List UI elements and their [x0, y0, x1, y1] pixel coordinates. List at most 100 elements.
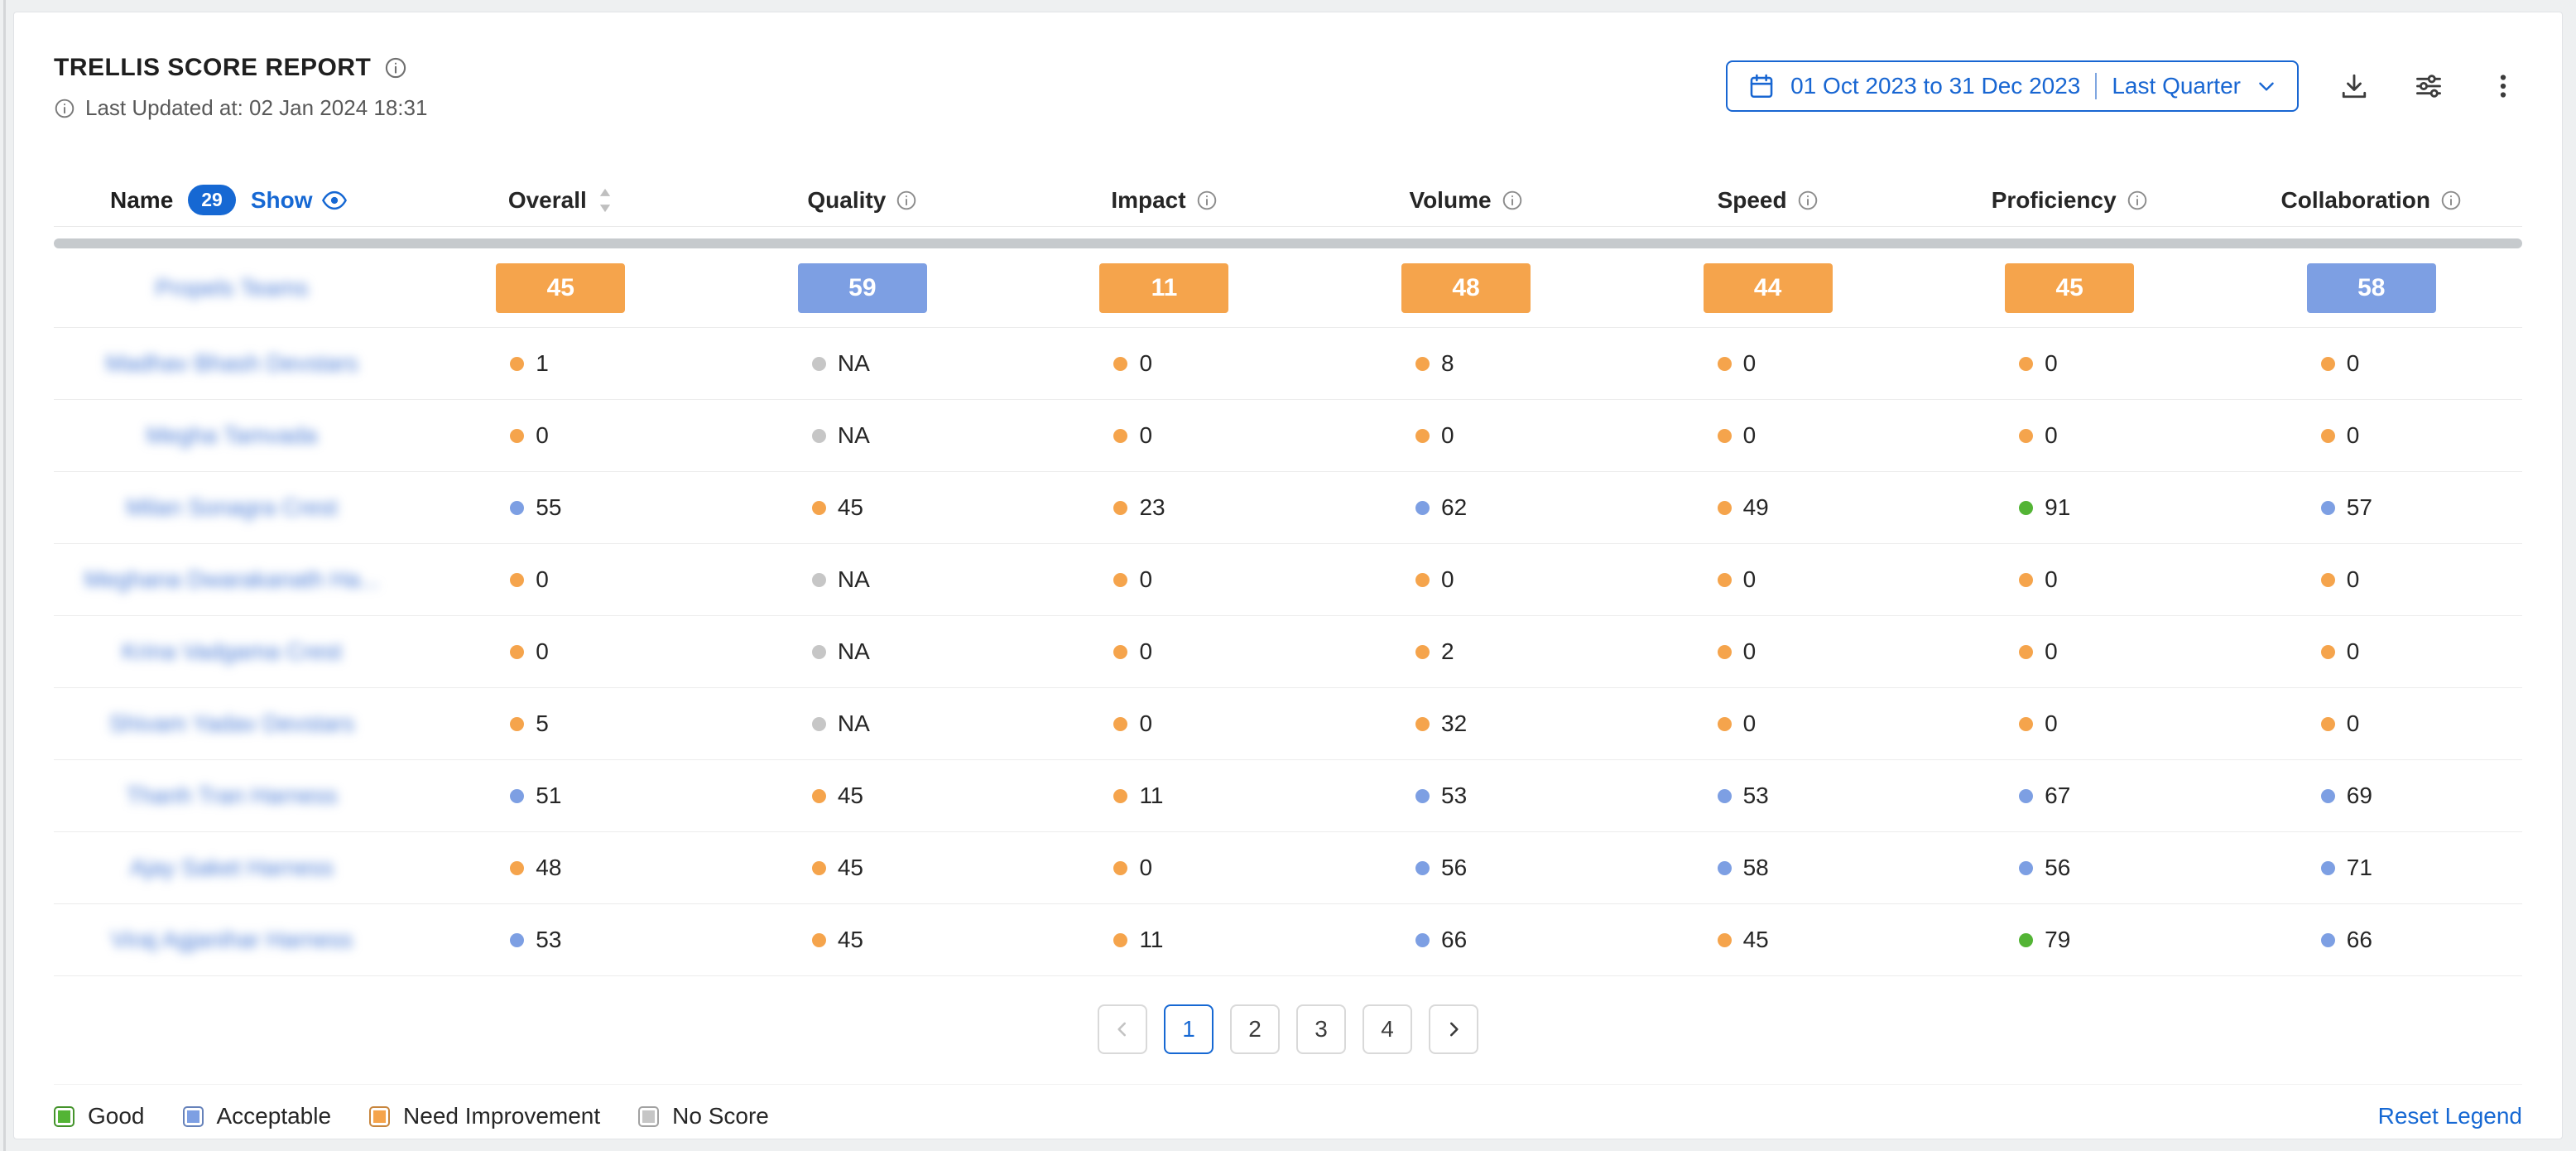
column-header-quality: Quality [712, 187, 1014, 214]
legend-item-no-score[interactable]: No Score [638, 1103, 769, 1129]
download-button[interactable] [2335, 67, 2373, 105]
score-cell: 0 [1919, 710, 2221, 737]
score-value: 51 [536, 783, 561, 809]
score-cell: 51 [410, 783, 712, 809]
sort-icon[interactable] [597, 187, 613, 214]
prev-page-button[interactable] [1098, 1004, 1147, 1054]
score-cell: NA [712, 566, 1014, 593]
legend-label: Good [88, 1103, 145, 1129]
score-value: 53 [536, 927, 561, 953]
score-cell: 71 [2220, 855, 2522, 881]
member-name-cell: Meghana Dwarakanath Ha... [54, 566, 410, 593]
score-cell: 56 [1919, 855, 2221, 881]
score-dot [812, 501, 826, 515]
score-cell: 0 [1617, 638, 1919, 665]
score-value: 45 [1743, 927, 1769, 953]
score-cell: 45 [1617, 927, 1919, 953]
info-icon [2127, 190, 2148, 211]
date-range-picker[interactable]: 01 Oct 2023 to 31 Dec 2023 Last Quarter [1726, 60, 2299, 112]
page-button-4[interactable]: 4 [1362, 1004, 1412, 1054]
show-columns-button[interactable]: Show [251, 187, 348, 214]
score-value: 0 [2347, 350, 2360, 377]
legend-item-need-improvement[interactable]: Need Improvement [369, 1103, 600, 1129]
score-dot [510, 933, 524, 947]
member-name-cell: Viraj Agjanihar Harness [54, 927, 410, 953]
score-value: NA [838, 422, 870, 449]
legend-item-acceptable[interactable]: Acceptable [183, 1103, 332, 1129]
horizontal-scrollbar[interactable] [54, 238, 2522, 248]
score-cell: NA [712, 422, 1014, 449]
score-cell: 62 [1315, 494, 1617, 521]
score-dot [812, 717, 826, 731]
score-cell: NA [712, 638, 1014, 665]
member-name-link[interactable]: Meghana Dwarakanath Ha... [84, 566, 379, 593]
settings-button[interactable] [2410, 67, 2448, 105]
column-header-overall[interactable]: Overall [410, 187, 712, 214]
score-dot [2321, 429, 2335, 443]
score-cell: 69 [2220, 783, 2522, 809]
page-button-1[interactable]: 1 [1164, 1004, 1214, 1054]
score-dot [1718, 789, 1732, 803]
score-cell: NA [712, 710, 1014, 737]
score-value: 0 [1743, 566, 1757, 593]
score-cell: 45 [712, 783, 1014, 809]
table-row: Shivam Yadav Devstars5NA032000 [54, 688, 2522, 760]
score-value: 0 [1139, 710, 1152, 737]
legend-item-good[interactable]: Good [54, 1103, 145, 1129]
member-name-link[interactable]: Shivam Yadav Devstars [109, 710, 354, 737]
score-value: 0 [2045, 350, 2058, 377]
reset-legend-link[interactable]: Reset Legend [2378, 1103, 2522, 1129]
score-value: 79 [2045, 927, 2070, 953]
score-cell: 11 [1013, 927, 1315, 953]
column-label: Volume [1409, 187, 1491, 214]
chevron-down-icon [2256, 75, 2277, 97]
next-page-button[interactable] [1429, 1004, 1478, 1054]
score-value: 0 [2347, 422, 2360, 449]
info-icon [1502, 190, 1523, 211]
report-topbar: TRELLIS SCORE REPORT Last Updated at: 02… [54, 54, 2522, 121]
date-divider [2095, 73, 2097, 99]
score-dot [2019, 717, 2033, 731]
score-cell: 0 [2220, 638, 2522, 665]
score-chip: 44 [1704, 263, 1833, 313]
score-dot [1415, 933, 1430, 947]
score-value: 11 [1139, 927, 1163, 953]
title-info-icon[interactable] [384, 56, 407, 79]
score-cell: NA [712, 350, 1014, 377]
team-score-cell: 58 [2220, 263, 2522, 313]
score-value: 48 [536, 855, 561, 881]
score-cell: 0 [1315, 566, 1617, 593]
page-button-2[interactable]: 2 [1230, 1004, 1280, 1054]
score-dot [1415, 429, 1430, 443]
score-dot [1718, 501, 1732, 515]
member-name-link[interactable]: Milan Sonagra Crest [126, 494, 337, 521]
legend-swatch [54, 1106, 74, 1127]
page-button-3[interactable]: 3 [1296, 1004, 1346, 1054]
member-name-link[interactable]: Madhav Bhash Devstars [105, 350, 358, 377]
team-name-link[interactable]: Propels Teams [156, 275, 309, 301]
score-dot [1415, 789, 1430, 803]
team-name-cell: Propels Teams [54, 275, 410, 301]
score-dot [2321, 789, 2335, 803]
member-name-link[interactable]: Megha Tamvada [147, 422, 318, 449]
sliders-icon [2414, 71, 2444, 101]
member-name-link[interactable]: Viraj Agjanihar Harness [111, 927, 353, 953]
score-dot [812, 429, 826, 443]
score-value: 45 [838, 494, 863, 521]
more-options-button[interactable] [2484, 67, 2522, 105]
score-cell: 55 [410, 494, 712, 521]
score-cell: 58 [1617, 855, 1919, 881]
score-value: 45 [838, 783, 863, 809]
member-name-link[interactable]: Krina Vadgama Crest [122, 638, 342, 665]
score-cell: 0 [1617, 422, 1919, 449]
member-name-link[interactable]: Ajay Saket Harness [130, 855, 334, 881]
score-value: 53 [1441, 783, 1467, 809]
score-cell: 0 [1617, 350, 1919, 377]
member-name-link[interactable]: Thanh Tran Harness [126, 783, 337, 809]
score-value: 0 [1743, 422, 1757, 449]
score-cell: 0 [1013, 638, 1315, 665]
team-score-cell: 48 [1315, 263, 1617, 313]
info-icon [1797, 190, 1819, 211]
score-cell: 57 [2220, 494, 2522, 521]
score-dot [812, 789, 826, 803]
